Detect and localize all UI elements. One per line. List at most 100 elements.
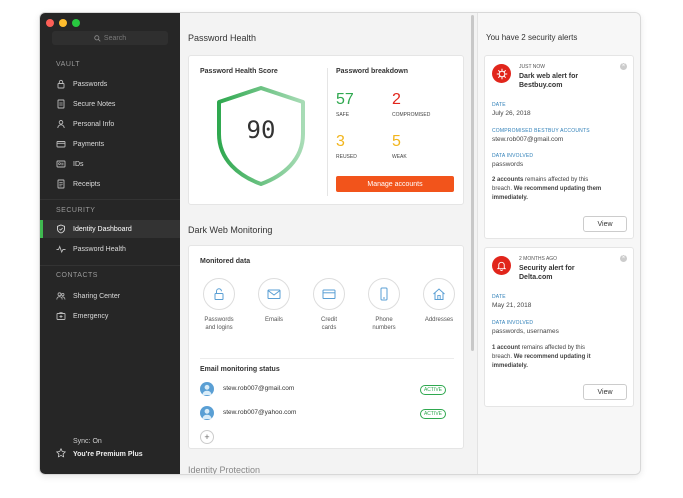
close-window-button[interactable] bbox=[46, 19, 54, 27]
monitored-phone-numbers[interactable]: Phone numbers bbox=[365, 278, 403, 332]
sidebar-item-receipts[interactable]: Receipts bbox=[40, 175, 180, 193]
main-content: Password Health Password Health Score 90… bbox=[180, 13, 476, 474]
alert-data: passwords, usernames bbox=[492, 328, 559, 335]
people-icon bbox=[56, 292, 66, 300]
alert-message: 1 account remains affected by this breac… bbox=[492, 344, 630, 371]
sync-label: Sync: On bbox=[73, 438, 102, 445]
card-icon bbox=[56, 141, 66, 148]
sidebar-item-payments[interactable]: Payments bbox=[40, 135, 180, 153]
sidebar-item-label: Personal Info bbox=[73, 120, 115, 128]
sidebar-item-ids[interactable]: IDs bbox=[40, 155, 180, 173]
sidebar-item-sharing-center[interactable]: Sharing Center bbox=[40, 287, 180, 305]
breakdown-safe: 57 SAFE bbox=[336, 91, 354, 118]
id-icon bbox=[56, 160, 66, 168]
receipt-icon bbox=[57, 179, 65, 189]
sidebar-item-label: Password Health bbox=[73, 245, 126, 253]
msg-bold: immediately. bbox=[492, 363, 528, 369]
weak-count: 5 bbox=[392, 133, 401, 150]
sidebar-item-personal-info[interactable]: Personal Info bbox=[40, 115, 180, 133]
premium-label: You're Premium Plus bbox=[73, 451, 143, 458]
sidebar-item-passwords[interactable]: Passwords bbox=[40, 75, 180, 93]
sync-status: Sync: On You're Premium Plus bbox=[56, 438, 176, 462]
monitored-label-1: Passwords bbox=[204, 317, 234, 323]
emergency-icon bbox=[56, 312, 66, 320]
score-label: Password Health Score bbox=[200, 68, 278, 75]
monitored-credit-cards[interactable]: Credit cards bbox=[310, 278, 348, 332]
alert-title-2: Bestbuy.com bbox=[519, 82, 563, 89]
alerts-header: You have 2 security alerts bbox=[486, 33, 578, 42]
monitored-emails[interactable]: Emails bbox=[255, 278, 293, 324]
alert-time: JUST NOW bbox=[519, 64, 546, 70]
window-controls bbox=[46, 19, 80, 27]
msg-bold: We recommend updating it bbox=[513, 354, 591, 360]
monitored-label-2: and logins bbox=[205, 325, 233, 331]
divider bbox=[40, 265, 180, 266]
zoom-window-button[interactable] bbox=[72, 19, 80, 27]
alert-accounts: stew.rob007@gmail.com bbox=[492, 136, 564, 143]
avatar bbox=[200, 406, 214, 420]
virus-icon bbox=[496, 68, 507, 79]
date-label: DATE bbox=[492, 102, 506, 108]
monitored-label-2: cards bbox=[321, 325, 337, 331]
view-button[interactable]: View bbox=[583, 384, 627, 400]
reused-label: REUSED bbox=[336, 154, 357, 160]
divider bbox=[327, 68, 328, 196]
home-icon bbox=[433, 288, 445, 300]
sidebar-item-label: Identity Dashboard bbox=[73, 225, 132, 233]
msg-bold: 1 account bbox=[492, 345, 521, 351]
breakdown-label: Password breakdown bbox=[336, 68, 408, 75]
sidebar-item-password-health[interactable]: Password Health bbox=[40, 240, 180, 258]
score-value: 90 bbox=[246, 116, 276, 144]
identity-protection-title: Identity Protection bbox=[188, 465, 261, 474]
alert-time: 2 MONTHS AGO bbox=[519, 256, 558, 262]
card-icon bbox=[322, 289, 336, 299]
msg-bold: 2 accounts bbox=[492, 177, 524, 183]
msg-text: remains affected by this bbox=[520, 345, 585, 351]
view-button[interactable]: View bbox=[583, 216, 627, 232]
email-status-label: Email monitoring status bbox=[200, 366, 280, 373]
accounts-label: COMPROMISED BESTBUY ACCOUNTS bbox=[492, 128, 590, 134]
avatar bbox=[200, 382, 214, 396]
sidebar-item-identity-dashboard[interactable]: Identity Dashboard bbox=[40, 220, 180, 238]
email-row: stew.rob007@gmail.com ACTIVE bbox=[200, 381, 454, 397]
sidebar-item-label: IDs bbox=[73, 160, 84, 168]
divider bbox=[200, 358, 454, 359]
monitored-label-1: Emails bbox=[264, 317, 283, 323]
breakdown-reused: 3 REUSED bbox=[336, 133, 357, 160]
status-badge: ACTIVE bbox=[419, 409, 446, 419]
app-window: Search VAULT Passwords Secure Notes Pers… bbox=[40, 13, 640, 474]
alert-avatar bbox=[492, 64, 511, 83]
sidebar-item-label: Emergency bbox=[73, 312, 109, 320]
search-placeholder: Search bbox=[103, 34, 127, 42]
close-icon[interactable]: × bbox=[620, 255, 627, 262]
sidebar-item-label: Passwords bbox=[73, 80, 108, 88]
msg-text: breach. bbox=[492, 354, 514, 360]
sidebar-item-emergency[interactable]: Emergency bbox=[40, 307, 180, 325]
sidebar-item-secure-notes[interactable]: Secure Notes bbox=[40, 95, 180, 113]
minimize-window-button[interactable] bbox=[59, 19, 67, 27]
breakdown-weak: 5 WEAK bbox=[392, 133, 407, 160]
search-icon bbox=[94, 34, 101, 42]
scrollbar[interactable] bbox=[471, 15, 474, 351]
alert-message: 2 accounts remains affected by this brea… bbox=[492, 176, 630, 203]
monitored-label-2: numbers bbox=[372, 325, 396, 331]
alert-title-2: Delta.com bbox=[519, 274, 553, 281]
section-vault: VAULT bbox=[56, 61, 81, 68]
shield-icon bbox=[57, 224, 65, 234]
search-input[interactable]: Search bbox=[52, 31, 168, 45]
dark-web-card: Monitored data Passwords and logins Emai… bbox=[188, 245, 464, 449]
add-email-button[interactable]: + bbox=[200, 430, 214, 444]
alert-card-delta: × 2 MONTHS AGO Security alert for Delta.… bbox=[484, 247, 634, 407]
divider bbox=[40, 199, 180, 200]
lock-icon bbox=[57, 79, 65, 89]
pulse-icon bbox=[56, 245, 66, 254]
data-label: DATA INVOLVED bbox=[492, 153, 534, 159]
manage-accounts-button[interactable]: Manage accounts bbox=[336, 176, 454, 192]
close-icon[interactable]: × bbox=[620, 63, 627, 70]
safe-count: 57 bbox=[336, 91, 354, 108]
sidebar-item-label: Receipts bbox=[73, 180, 101, 188]
monitored-passwords[interactable]: Passwords and logins bbox=[200, 278, 238, 332]
monitored-label: Monitored data bbox=[200, 258, 251, 265]
monitored-addresses[interactable]: Addresses bbox=[420, 278, 458, 324]
status-badge: ACTIVE bbox=[419, 385, 446, 395]
